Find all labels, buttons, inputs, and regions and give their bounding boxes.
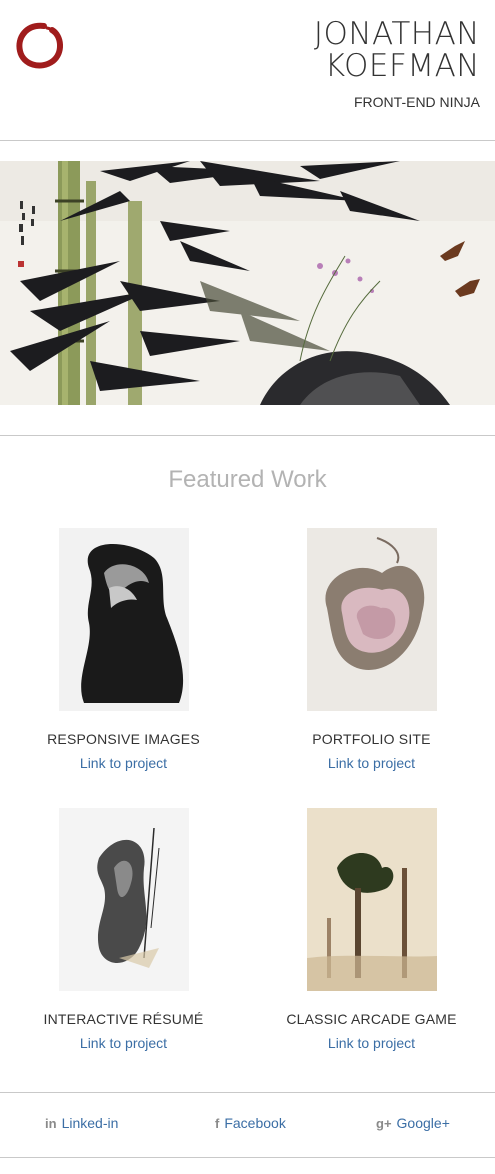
linkedin-icon: in	[45, 1115, 57, 1131]
project-card-classic-arcade-game: CLASSIC ARCADE GAME Link to project	[248, 808, 495, 1053]
project-title: RESPONSIVE IMAGES	[47, 731, 200, 747]
google-plus-link[interactable]: g+ Google+	[376, 1115, 450, 1131]
social-footer: in Linked-in f Facebook g+ Google+	[0, 1093, 495, 1157]
project-card-portfolio-site: PORTFOLIO SITE Link to project	[248, 528, 495, 773]
project-title: PORTFOLIO SITE	[312, 731, 431, 747]
google-plus-icon: g+	[376, 1115, 392, 1131]
project-card-interactive-resume: INTERACTIVE RÉSUMÉ Link to project	[0, 808, 247, 1053]
featured-work-title: Featured Work	[168, 466, 327, 493]
site-name: JONATHAN KOEFMAN	[314, 18, 480, 82]
enso-logo-icon[interactable]	[14, 20, 66, 72]
project-title: CLASSIC ARCADE GAME	[286, 1011, 457, 1027]
divider	[0, 1157, 495, 1158]
bamboo-painting	[0, 161, 495, 405]
project-link[interactable]: Link to project	[80, 1035, 167, 1051]
social-link-label: Facebook	[224, 1115, 286, 1131]
project-link[interactable]: Link to project	[328, 1035, 415, 1051]
project-link[interactable]: Link to project	[328, 755, 415, 771]
project-title: INTERACTIVE RÉSUMÉ	[43, 1011, 204, 1027]
divider	[0, 140, 495, 141]
project-thumbnail	[306, 808, 437, 991]
linkedin-link[interactable]: in Linked-in	[45, 1115, 118, 1131]
project-thumbnail	[58, 528, 189, 711]
site-header: JONATHAN KOEFMAN FRONT-END NINJA	[0, 0, 495, 140]
project-link[interactable]: Link to project	[80, 755, 167, 771]
facebook-link[interactable]: f Facebook	[215, 1115, 286, 1131]
project-thumbnail	[58, 808, 189, 991]
social-link-label: Linked-in	[61, 1115, 119, 1131]
facebook-icon: f	[215, 1115, 220, 1131]
site-name-line2: KOEFMAN	[324, 48, 480, 84]
project-thumbnail	[306, 528, 437, 711]
project-card-responsive-images: RESPONSIVE IMAGES Link to project	[0, 528, 247, 773]
hero-image	[0, 161, 495, 405]
tagline: FRONT-END NINJA	[354, 94, 480, 110]
divider	[0, 435, 495, 436]
site-name-line1: JONATHAN	[313, 16, 480, 52]
social-link-label: Google+	[396, 1115, 450, 1131]
